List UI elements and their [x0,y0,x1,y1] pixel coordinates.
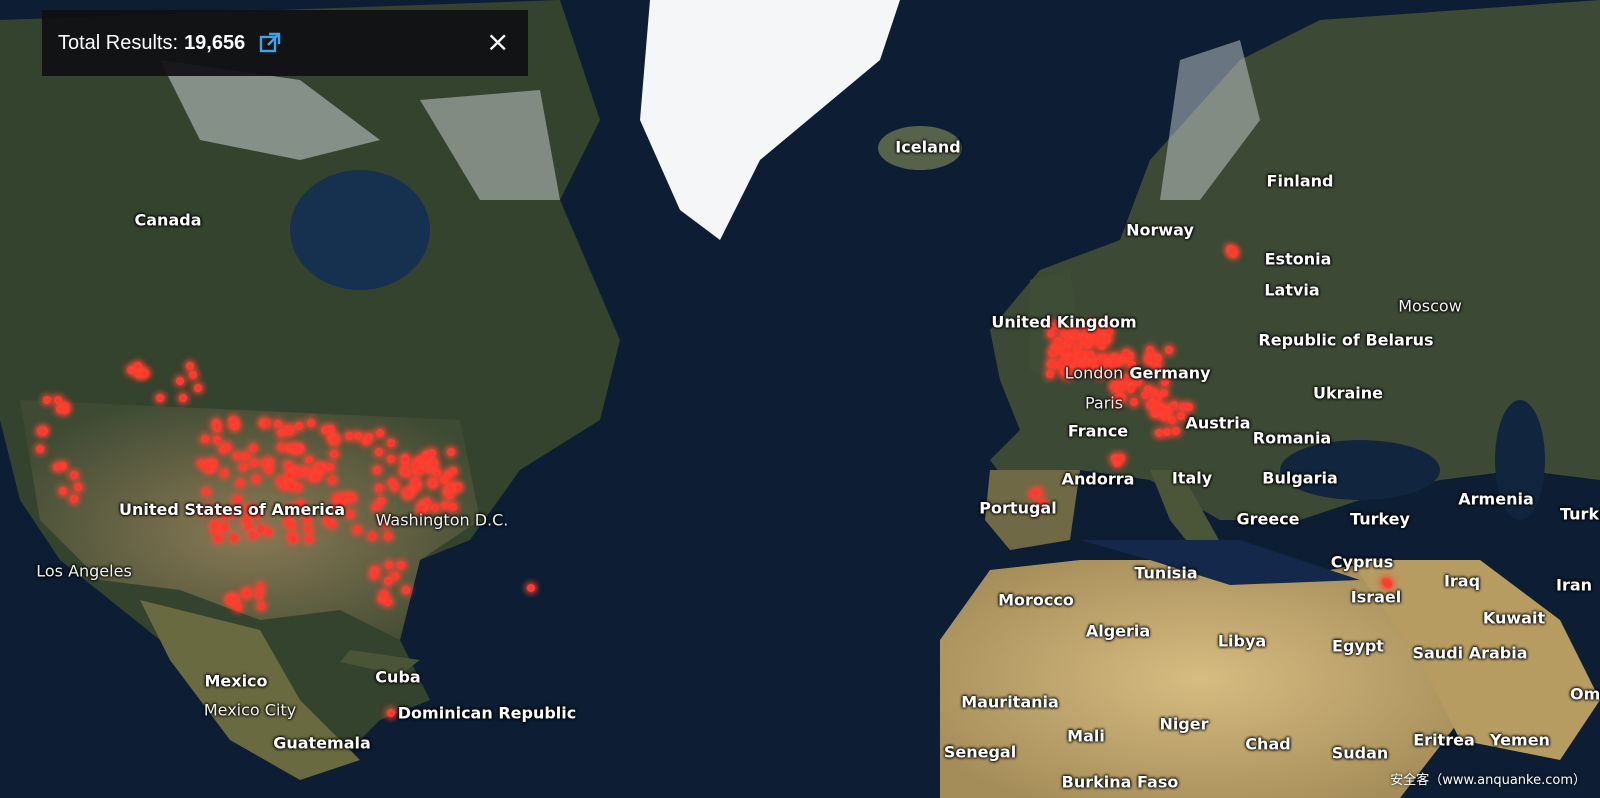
total-results-label: Total Results: [58,31,179,54]
label-italy: Italy [1171,468,1213,488]
label-usa: United States of America [118,500,346,519]
label-london: London [1064,363,1124,383]
label-france: France [1067,421,1129,441]
label-armenia: Armenia [1458,489,1534,509]
label-algeria: Algeria [1085,621,1151,641]
label-finland: Finland [1266,171,1334,191]
label-greece: Greece [1236,509,1300,529]
label-libya: Libya [1217,631,1267,651]
label-united-kingdom: United Kingdom [991,312,1137,332]
label-sudan: Sudan [1331,743,1389,763]
label-morocco: Morocco [998,590,1074,610]
label-bulgaria: Bulgaria [1262,468,1338,488]
label-mauritania: Mauritania [961,692,1059,712]
label-guatemala: Guatemala [273,733,371,753]
label-senegal: Senegal [943,742,1017,762]
label-washington-dc: Washington D.C. [375,510,509,530]
watermark: 安全客（www.anquanke.com） [1390,773,1586,788]
label-egypt: Egypt [1332,636,1384,656]
label-iceland: Iceland [895,137,961,157]
label-portugal: Portugal [979,498,1057,518]
label-paris: Paris [1084,393,1124,413]
label-niger: Niger [1159,714,1209,734]
label-saudi-arabia: Saudi Arabia [1412,643,1528,663]
total-results-count: 19,656 [184,31,246,54]
label-turkey: Turkey [1350,509,1410,529]
external-link-icon[interactable] [259,32,281,54]
label-belarus: Republic of Belarus [1258,330,1434,350]
label-mali: Mali [1067,726,1105,746]
label-dominican-republic: Dominican Republic [397,703,577,723]
label-andorra: Andorra [1061,469,1135,489]
label-chad: Chad [1245,734,1291,754]
label-yemen: Yemen [1490,730,1550,750]
world-map[interactable]: Canada United States of America Mexico C… [0,0,1600,798]
label-israel: Israel [1350,587,1402,607]
label-eritrea: Eritrea [1413,730,1475,750]
label-los-angeles: Los Angeles [36,561,132,581]
label-burkina-faso: Burkina Faso [1061,772,1179,792]
label-iran: Iran [1555,575,1593,595]
close-icon[interactable]: × [486,28,509,56]
label-kuwait: Kuwait [1482,608,1546,628]
label-romania: Romania [1252,428,1332,448]
total-results-panel: Total Results: 19,656 × [42,10,528,76]
label-mexico-city: Mexico City [203,700,297,720]
label-iraq: Iraq [1443,571,1481,591]
label-austria: Austria [1185,413,1251,433]
label-tunisia: Tunisia [1134,563,1198,583]
label-mexico: Mexico [204,671,268,691]
label-turkmenistan: Turkmenistan [1560,504,1600,524]
label-norway: Norway [1126,220,1194,240]
label-cyprus: Cyprus [1330,552,1394,572]
label-canada: Canada [134,210,202,230]
label-ukraine: Ukraine [1312,383,1384,403]
label-germany: Germany [1129,363,1211,383]
label-oman: Oman [1570,684,1600,704]
label-latvia: Latvia [1264,280,1320,300]
label-cuba: Cuba [375,667,421,687]
label-moscow: Moscow [1398,296,1462,316]
label-estonia: Estonia [1264,249,1332,269]
